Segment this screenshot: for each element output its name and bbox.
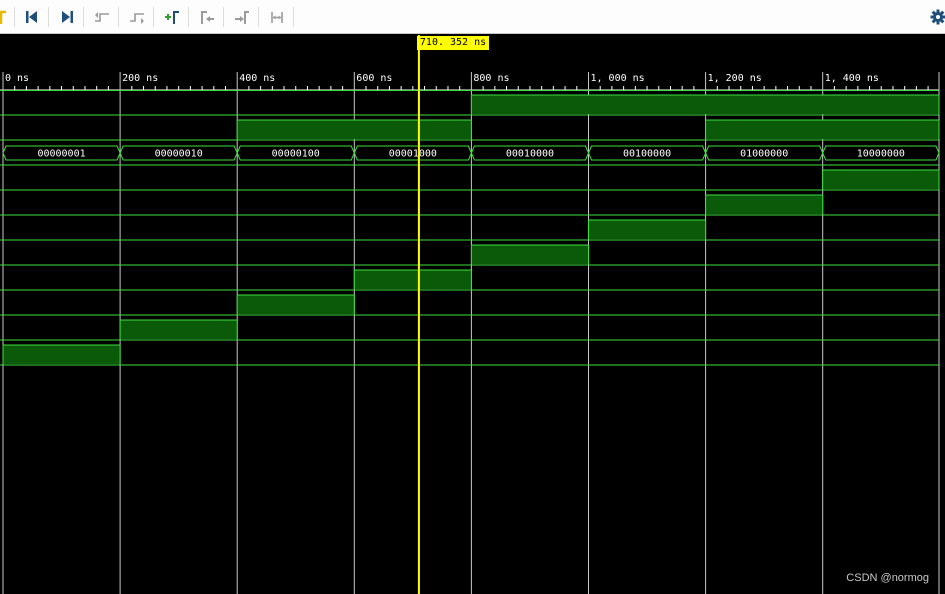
toolbar-separator [14,7,15,27]
bus-value: 10000000 [857,149,905,160]
previous-transition-icon[interactable] [94,9,110,25]
bus-value: 00000100 [272,149,320,160]
bus-value: 00000010 [155,149,203,160]
toolbar-separator [258,7,259,27]
swap-cursors-icon[interactable] [269,9,285,25]
bus-value: 00100000 [623,149,671,160]
signal-high-fill [237,120,472,139]
signal-high-fill [120,320,238,339]
bus-value: 00001000 [389,149,437,160]
tick-label-600: 600 ns [356,73,392,84]
toolbar-separator [153,7,154,27]
toolbar-separator [188,7,189,27]
toolbar-separator [223,7,224,27]
toolbar-separator [48,7,49,27]
tick-label-400: 400 ns [239,73,275,84]
cursor-time-label[interactable]: 710. 352 ns [416,36,490,50]
tick-label-1200: 1, 200 ns [708,73,762,84]
go-to-time-0-icon[interactable] [24,9,40,25]
bus-value: 01000000 [740,149,788,160]
tick-label-1400: 1, 400 ns [825,73,879,84]
signal-high-fill [471,245,589,264]
waveform-viewer[interactable]: 0 ns 200 ns 400 ns 600 ns 800 ns 1, 000 ns 1, … [0,35,945,594]
toolbar-separator [293,7,294,27]
signal-high-fill [354,270,472,289]
tick-label-1000: 1, 000 ns [591,73,645,84]
toolbar-separator [83,7,84,27]
add-marker-icon[interactable] [164,9,180,25]
signal-high-fill [588,220,706,239]
bus-value: 00010000 [506,149,554,160]
next-transition-icon[interactable] [129,9,145,25]
gear-icon[interactable] [930,9,945,25]
toolbar-separator [118,7,119,27]
tick-label-0: 0 ns [5,73,29,84]
zoom-fit-icon[interactable] [0,9,8,25]
signal-high-fill [3,345,121,364]
signal-high-fill [471,95,939,114]
bus-value: 00000001 [37,149,85,160]
go-to-last-time-icon[interactable] [59,9,75,25]
waveform-toolbar [0,0,945,34]
tick-label-800: 800 ns [473,73,509,84]
waveform-canvas[interactable]: 0 ns 200 ns 400 ns 600 ns 800 ns 1, 000 ns 1, … [0,35,945,594]
watermark: CSDN @normog [846,572,929,584]
tick-label-200: 200 ns [122,73,158,84]
signal-high-fill [705,195,823,214]
previous-marker-icon[interactable] [199,9,215,25]
next-marker-icon[interactable] [234,9,250,25]
signal-high-fill [705,120,939,139]
signal-high-fill [237,295,355,314]
signal-high-fill [822,170,939,189]
